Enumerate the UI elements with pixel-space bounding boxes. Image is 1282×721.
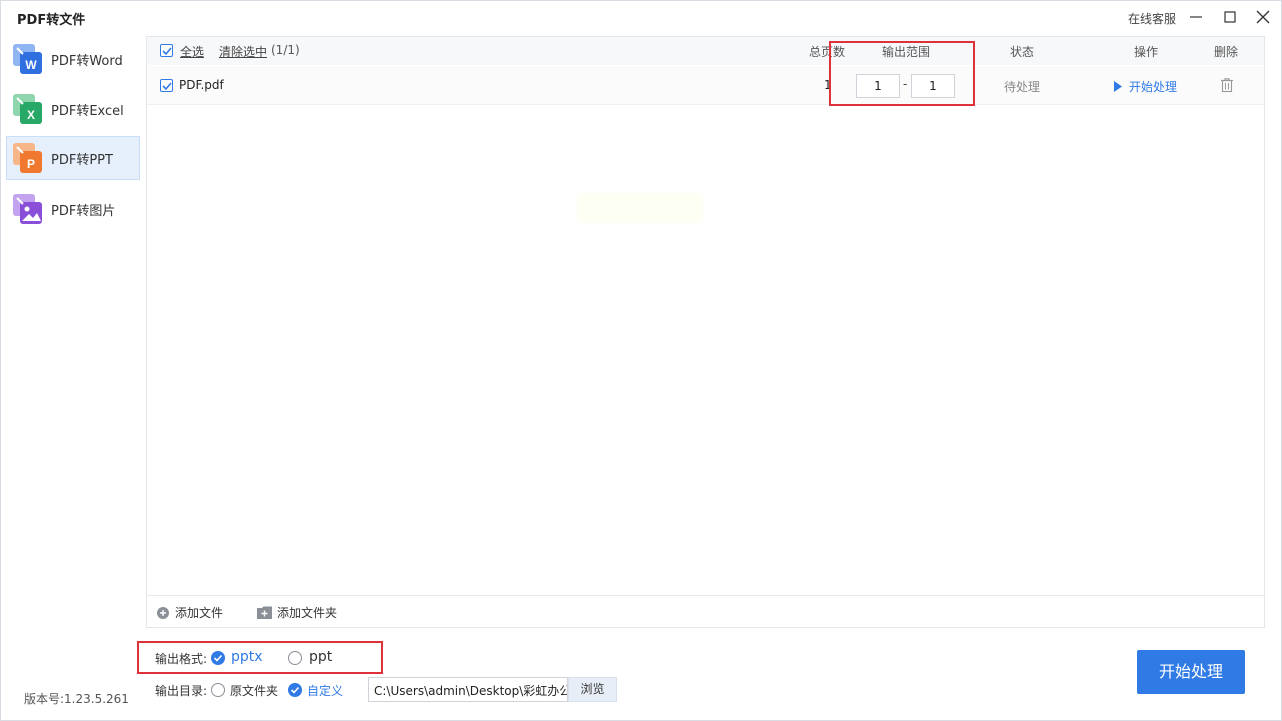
status-label: 待处理 (1004, 80, 1041, 94)
svg-text:W: W (25, 58, 37, 72)
sidebar-item-image[interactable]: PDF转图片 (6, 187, 140, 231)
row-checkbox[interactable] (160, 79, 173, 92)
table-row: PDF.pdf 1 1 - 1 待处理 开始处理 (147, 66, 1264, 105)
add-folder-label: 添加文件夹 (277, 606, 338, 620)
column-total-pages: 总页数 (809, 45, 846, 59)
app-title: PDF转文件 (17, 13, 86, 28)
range-from-input[interactable]: 1 (856, 74, 900, 98)
file-list-panel: 全选 清除选中 (1/1) 总页数 输出范围 状态 操作 删除 PDF.pdf … (146, 36, 1265, 628)
add-folder-button[interactable]: 添加文件夹 (257, 604, 337, 621)
sidebar-item-label: PDF转图片 (51, 203, 116, 219)
add-file-label: 添加文件 (175, 606, 224, 620)
svg-text:P: P (27, 157, 35, 171)
dir-custom-label[interactable]: 自定义 (307, 682, 343, 699)
add-folder-icon (257, 606, 272, 619)
file-name: PDF.pdf (179, 78, 224, 92)
table-header: 全选 清除选中 (1/1) 总页数 输出范围 状态 操作 删除 (147, 37, 1264, 65)
format-pptx-label[interactable]: pptx (231, 649, 263, 665)
dir-original-radio[interactable] (211, 683, 225, 697)
clear-selection-link[interactable]: 清除选中 (219, 43, 267, 60)
range-separator: - (903, 77, 908, 91)
column-action: 操作 (1134, 45, 1159, 59)
play-icon (1114, 81, 1122, 92)
maximize-icon[interactable] (1221, 8, 1239, 26)
output-dir-label: 输出目录: (155, 684, 208, 698)
column-status: 状态 (1010, 45, 1035, 59)
close-icon[interactable] (1254, 8, 1272, 26)
selection-count: (1/1) (271, 43, 300, 57)
image-icon (13, 194, 43, 224)
sidebar-item-ppt[interactable]: P PDF转PPT (6, 136, 140, 180)
range-to-input[interactable]: 1 (911, 74, 955, 98)
start-processing-button[interactable]: 开始处理 (1137, 650, 1245, 694)
trash-icon[interactable] (1219, 77, 1235, 93)
start-row-button[interactable]: 开始处理 (1113, 78, 1177, 95)
svg-text:X: X (27, 108, 35, 122)
add-file-button[interactable]: 添加文件 (156, 604, 223, 621)
excel-icon: X (13, 94, 43, 124)
total-pages-value: 1 (824, 78, 832, 92)
word-icon: W (13, 44, 43, 74)
column-delete: 删除 (1214, 45, 1239, 59)
browse-button[interactable]: 浏览 (568, 677, 617, 702)
output-format-label: 输出格式: (155, 652, 208, 666)
ppt-icon: P (13, 143, 43, 173)
select-all-checkbox[interactable] (160, 44, 173, 57)
sidebar: W PDF转Word X PDF转Excel P PDF转PPT PDF转图片 … (0, 36, 146, 721)
watermark (577, 193, 703, 223)
minimize-icon[interactable] (1187, 8, 1205, 26)
online-support-link[interactable]: 在线客服 (1128, 10, 1176, 27)
add-circle-icon (157, 606, 169, 619)
panel-footer: 添加文件 添加文件夹 (147, 595, 1264, 627)
start-row-label: 开始处理 (1129, 80, 1178, 94)
format-pptx-radio[interactable] (211, 651, 225, 665)
sidebar-item-label: PDF转PPT (51, 152, 113, 168)
dir-custom-radio[interactable] (288, 683, 302, 697)
dir-original-label[interactable]: 原文件夹 (230, 682, 278, 699)
sidebar-item-label: PDF转Excel (51, 103, 124, 119)
format-ppt-label[interactable]: ppt (309, 649, 332, 665)
title-bar: PDF转文件 在线客服 (0, 0, 1282, 36)
sidebar-item-label: PDF转Word (51, 53, 123, 69)
column-output-range: 输出范围 (882, 45, 931, 59)
version-label: 版本号:1.23.5.261 (24, 692, 129, 706)
format-ppt-radio[interactable] (288, 651, 302, 665)
output-path-input[interactable]: C:\Users\admin\Desktop\彩虹办公 (368, 677, 568, 702)
select-all-link[interactable]: 全选 (180, 43, 204, 60)
sidebar-item-excel[interactable]: X PDF转Excel (6, 87, 140, 131)
sidebar-item-word[interactable]: W PDF转Word (6, 37, 140, 81)
